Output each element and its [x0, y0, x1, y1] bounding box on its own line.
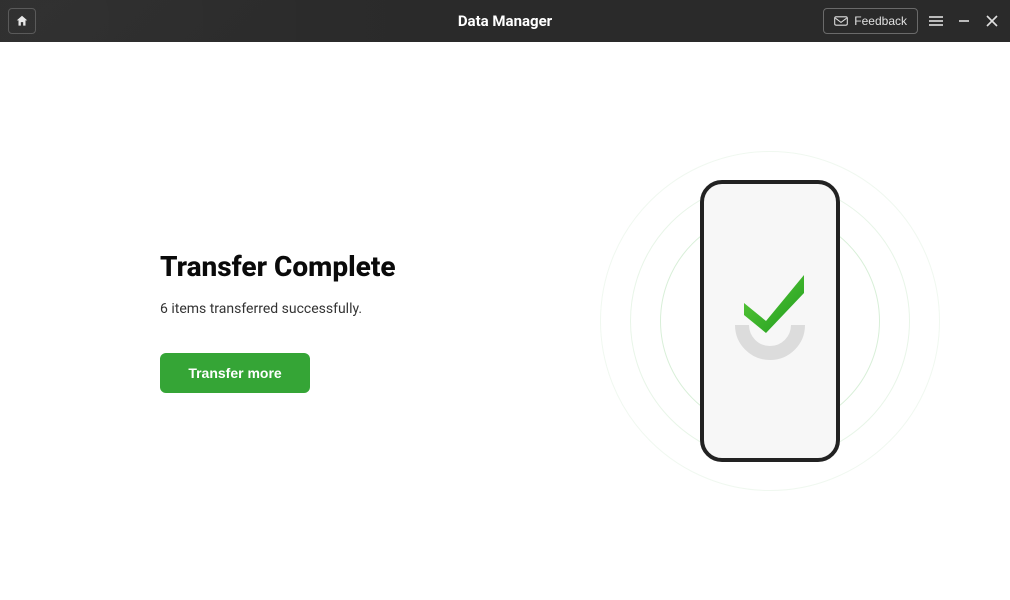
status-text: 6 items transferred successfully.: [160, 301, 396, 317]
mail-icon: [834, 16, 848, 26]
close-button[interactable]: [982, 11, 1002, 31]
title-bar: Data Manager Feedback: [0, 0, 1010, 42]
menu-icon: [929, 15, 943, 27]
minimize-icon: [958, 15, 970, 27]
illustration: [610, 161, 930, 481]
minimize-button[interactable]: [954, 11, 974, 31]
phone-screen-content: [730, 281, 810, 361]
feedback-label: Feedback: [854, 14, 907, 28]
main-content: Transfer Complete 6 items transferred su…: [0, 42, 1010, 600]
app-title: Data Manager: [458, 12, 552, 30]
transfer-more-button[interactable]: Transfer more: [160, 353, 310, 393]
checkmark-icon: [738, 263, 812, 337]
status-pane: Transfer Complete 6 items transferred su…: [160, 250, 396, 393]
page-title: Transfer Complete: [160, 250, 396, 283]
phone-illustration: [700, 180, 840, 462]
menu-button[interactable]: [926, 11, 946, 31]
titlebar-right-group: Feedback: [823, 8, 1002, 34]
close-icon: [986, 15, 998, 27]
home-icon: [15, 14, 29, 28]
home-button[interactable]: [8, 8, 36, 34]
feedback-button[interactable]: Feedback: [823, 8, 918, 34]
